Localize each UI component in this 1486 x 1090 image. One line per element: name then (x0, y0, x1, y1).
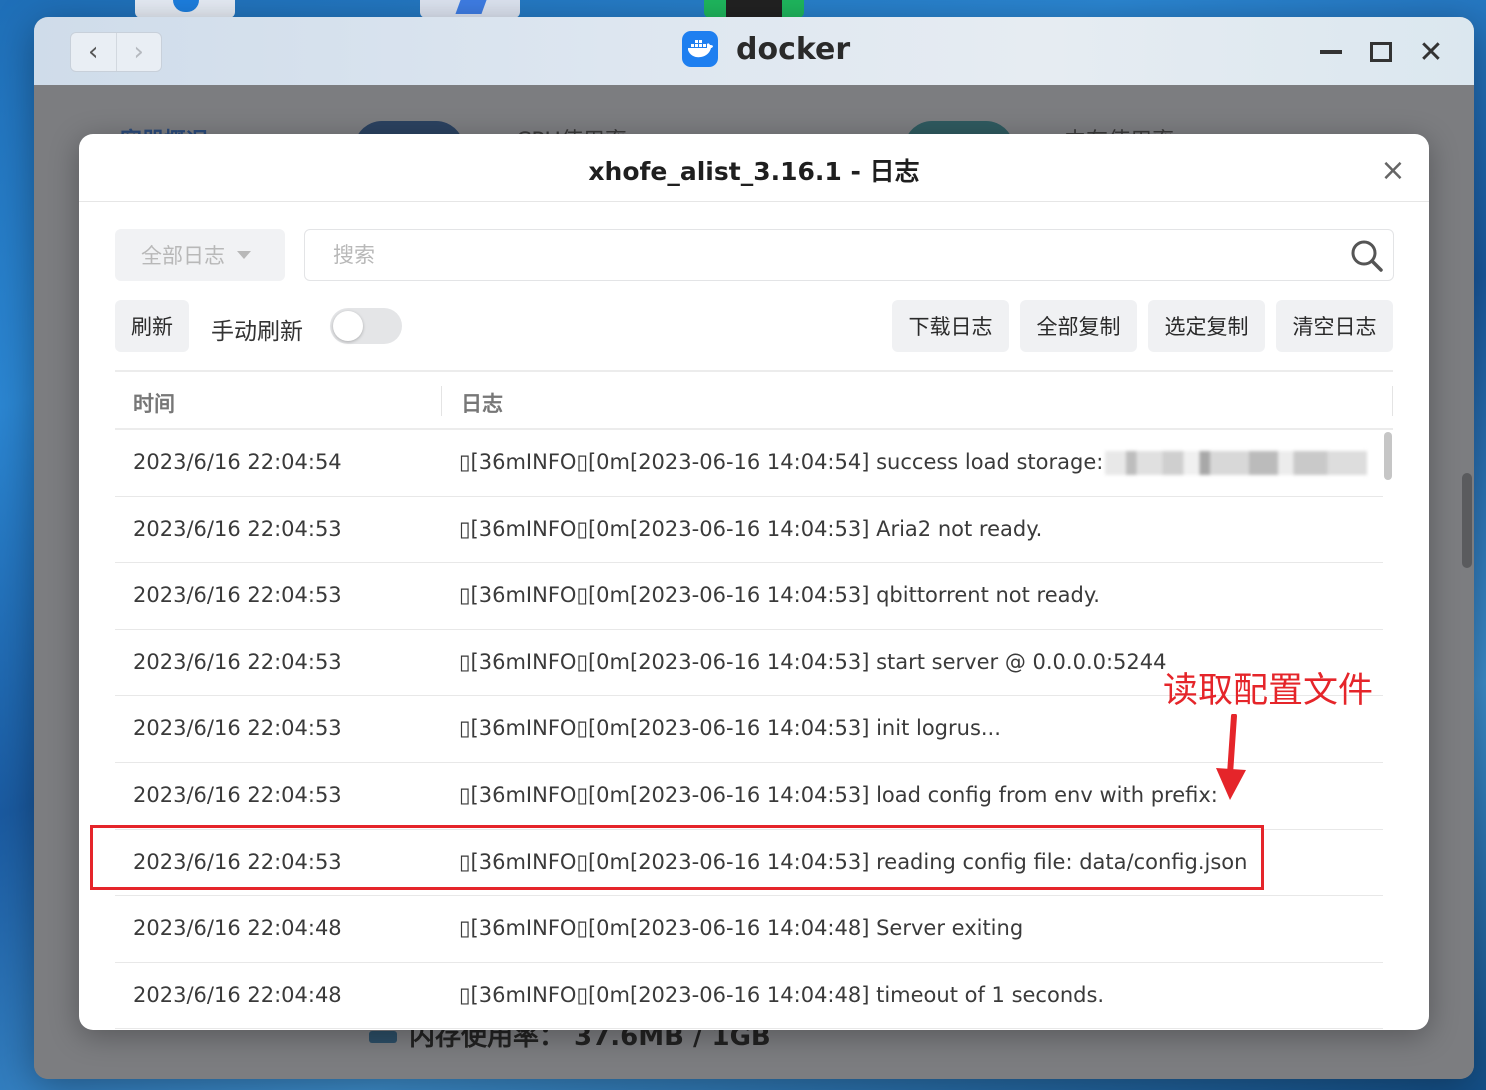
table-row[interactable]: 2023/6/16 22:04:53 ▯[36mINFO▯[0m[2023-06… (115, 763, 1383, 830)
app-title-text: docker (736, 31, 851, 67)
row-time: 2023/6/16 22:04:54 (133, 450, 342, 474)
table-body: 2023/6/16 22:04:54 ▯[36mINFO▯[0m[2023-06… (115, 430, 1383, 1030)
row-log: ▯[36mINFO▯[0m[2023-06-16 14:04:54] succe… (459, 450, 1368, 475)
log-dialog: xhofe_alist_3.16.1 - 日志 × 全部日志 刷新 手动刷新 下… (79, 134, 1429, 1030)
row-time: 2023/6/16 22:04:48 (133, 916, 342, 941)
docker-logo-icon (682, 31, 718, 67)
table-row[interactable]: 2023/6/16 22:04:53 ▯[36mINFO▯[0m[2023-06… (115, 563, 1383, 630)
annotation-arrow-icon (1216, 714, 1246, 800)
download-log-button[interactable]: 下载日志 (892, 300, 1009, 352)
dialog-close-button[interactable]: × (1377, 153, 1409, 188)
table-row[interactable]: 2023/6/16 22:04:48 ▯[36mINFO▯[0m[2023-06… (115, 896, 1383, 963)
minimize-button[interactable] (1314, 35, 1348, 69)
dialog-header: xhofe_alist_3.16.1 - 日志 × (79, 134, 1429, 202)
chevron-down-icon (237, 251, 251, 259)
log-filter-value: 全部日志 (141, 244, 225, 268)
row-log: ▯[36mINFO▯[0m[2023-06-16 14:04:53] qbitt… (459, 583, 1100, 608)
row-time: 2023/6/16 22:04:53 (133, 716, 342, 741)
search-icon[interactable] (1349, 238, 1385, 274)
dock-app-icon[interactable] (420, 0, 520, 18)
table-scrollbar[interactable] (1383, 430, 1393, 1030)
row-log: ▯[36mINFO▯[0m[2023-06-16 14:04:48] Serve… (459, 916, 1024, 941)
window-scrollbar[interactable] (1462, 473, 1472, 568)
copy-all-button[interactable]: 全部复制 (1020, 300, 1137, 352)
table-row[interactable]: 2023/6/16 22:04:48 ▯[36mINFO▯[0m[2023-06… (115, 963, 1383, 1030)
table-row[interactable]: 2023/6/16 22:04:53 ▯[36mINFO▯[0m[2023-06… (115, 497, 1383, 564)
dock-terminal-icon[interactable] (704, 0, 804, 18)
search-input[interactable] (305, 230, 1335, 280)
maximize-button[interactable] (1364, 35, 1398, 69)
auto-refresh-toggle[interactable] (330, 308, 402, 344)
row-time: 2023/6/16 22:04:53 (133, 649, 342, 674)
row-log-text: ▯[36mINFO▯[0m[2023-06-16 14:04:54] succe… (459, 450, 1104, 474)
nav-buttons: ‹ › (70, 32, 162, 72)
auto-refresh-label: 手动刷新 (211, 319, 303, 345)
app-title: docker (682, 31, 850, 67)
row-log: ▯[36mINFO▯[0m[2023-06-16 14:04:53] Aria2… (459, 516, 1043, 541)
row-log: ▯[36mINFO▯[0m[2023-06-16 14:04:53] init … (459, 716, 1001, 741)
toggle-knob (333, 311, 363, 341)
row-time: 2023/6/16 22:04:53 (133, 583, 342, 608)
table-scrollbar-thumb[interactable] (1384, 432, 1392, 480)
dock-download-app-icon[interactable] (135, 0, 235, 18)
annotation-highlight-box (90, 825, 1264, 890)
search-box (304, 229, 1394, 281)
annotation-text: 读取配置文件 (1163, 671, 1374, 711)
row-log: ▯[36mINFO▯[0m[2023-06-16 14:04:53] start… (459, 649, 1167, 674)
memory-icon (369, 1031, 397, 1043)
column-divider (1392, 386, 1393, 416)
clear-log-button[interactable]: 清空日志 (1276, 300, 1393, 352)
column-header-log[interactable]: 日志 (461, 388, 503, 418)
refresh-button[interactable]: 刷新 (115, 300, 189, 352)
column-header-time[interactable]: 时间 (133, 388, 175, 418)
redacted-storage-name (1105, 451, 1368, 475)
copy-selected-button[interactable]: 选定复制 (1148, 300, 1265, 352)
table-header: 时间 日志 (115, 372, 1393, 430)
dialog-title: xhofe_alist_3.16.1 - 日志 (588, 157, 920, 186)
close-window-button[interactable]: ✕ (1414, 35, 1448, 70)
row-log: ▯[36mINFO▯[0m[2023-06-16 14:04:48] timeo… (459, 982, 1105, 1007)
row-time: 2023/6/16 22:04:53 (133, 782, 342, 807)
column-divider (441, 386, 442, 416)
table-row[interactable]: 2023/6/16 22:04:54 ▯[36mINFO▯[0m[2023-06… (115, 430, 1383, 497)
forward-button[interactable]: › (115, 33, 162, 71)
back-button[interactable]: ‹ (71, 33, 116, 71)
window-titlebar: ‹ › docker ✕ (34, 17, 1474, 85)
row-time: 2023/6/16 22:04:53 (133, 516, 342, 541)
log-filter-select[interactable]: 全部日志 (115, 229, 285, 281)
row-time: 2023/6/16 22:04:48 (133, 982, 342, 1007)
row-log: ▯[36mINFO▯[0m[2023-06-16 14:04:53] load … (459, 782, 1218, 807)
